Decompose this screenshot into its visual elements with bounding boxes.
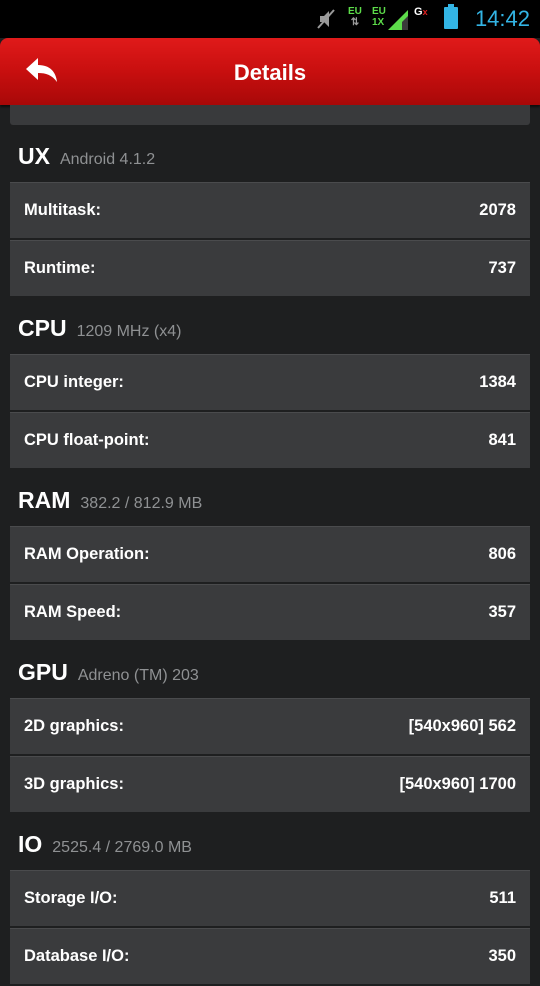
section-header: UX Android 4.1.2	[0, 126, 540, 182]
section-subtitle: 382.2 / 812.9 MB	[80, 495, 203, 512]
section-gpu: GPU Adreno (TM) 203 2D graphics: [540x960] …	[0, 642, 540, 812]
status-time: 14:42	[474, 6, 530, 31]
status-bar: EU ⇅ EU 1X Gx 14:42	[0, 0, 540, 38]
section-title: GPU	[18, 659, 68, 685]
result-row[interactable]: RAM Speed: 357	[10, 584, 530, 640]
section-title: IO	[18, 831, 43, 857]
result-value: [540x960] 1700	[399, 775, 516, 793]
signal-bars-icon	[388, 10, 408, 35]
section-cpu: CPU 1209 MHz (x4) CPU integer: 1384 CPU floa…	[0, 298, 540, 468]
result-label: Runtime:	[24, 259, 96, 277]
section-header: GPU Adreno (TM) 203	[0, 642, 540, 698]
page-title: Details	[233, 60, 307, 85]
section-title: CPU	[18, 315, 67, 341]
header-bar: Details	[0, 38, 540, 105]
details-list[interactable]: UX Android 4.1.2 Multitask: 2078 Runtime: 737…	[0, 126, 540, 986]
section-title: UX	[18, 143, 50, 169]
result-value: 357	[488, 603, 516, 621]
eu-label-2: EU	[372, 6, 386, 17]
section-subtitle: Adreno (TM) 203	[77, 667, 199, 684]
signal-eu-1x-icon: EU 1X	[372, 6, 386, 28]
section-header: CPU 1209 MHz (x4)	[0, 298, 540, 354]
result-label: RAM Operation:	[24, 545, 150, 563]
section-io: IO 2525.4 / 2769.0 MB Storage I/O: 511 Datab…	[0, 814, 540, 984]
section-subtitle: 2525.4 / 2769.0 MB	[52, 839, 192, 856]
result-row[interactable]: CPU integer: 1384	[10, 354, 530, 410]
result-value: 511	[489, 889, 516, 907]
section-header: RAM 382.2 / 812.9 MB	[0, 470, 540, 526]
data-eu-icon: EU ⇅	[348, 6, 362, 28]
result-value: 841	[488, 431, 516, 449]
result-value: 1384	[479, 373, 516, 391]
section-subtitle: 1209 MHz (x4)	[76, 323, 182, 340]
result-label: 3D graphics:	[24, 775, 124, 793]
result-value: 806	[488, 545, 516, 563]
section-ux: UX Android 4.1.2 Multitask: 2078 Runtime: 737	[0, 126, 540, 296]
scroll-top-card	[10, 105, 530, 125]
result-value: 2078	[479, 201, 516, 219]
mute-icon	[316, 8, 336, 33]
result-row[interactable]: CPU float-point: 841	[10, 412, 530, 468]
network-1x-label: 1X	[372, 17, 385, 28]
result-value: [540x960] 562	[408, 717, 516, 735]
result-row[interactable]: RAM Operation: 806	[10, 526, 530, 582]
g-icon: Gx	[414, 6, 428, 18]
result-row[interactable]: 2D graphics: [540x960] 562	[10, 698, 530, 754]
result-label: Database I/O:	[24, 947, 130, 965]
result-row[interactable]: Storage I/O: 511	[10, 870, 530, 926]
result-row[interactable]: 3D graphics: [540x960] 1700	[10, 756, 530, 812]
result-row[interactable]: Multitask: 2078	[10, 182, 530, 238]
result-label: Storage I/O:	[24, 889, 118, 907]
result-label: Multitask:	[24, 201, 102, 219]
eu-label: EU	[348, 6, 362, 17]
result-label: RAM Speed:	[24, 603, 122, 621]
section-subtitle: Android 4.1.2	[59, 151, 156, 168]
result-value: 350	[488, 947, 516, 965]
result-row[interactable]: Database I/O: 350	[10, 928, 530, 984]
section-header: IO 2525.4 / 2769.0 MB	[0, 814, 540, 870]
section-title: RAM	[18, 487, 71, 513]
section-ram: RAM 382.2 / 812.9 MB RAM Operation: 806 RAM …	[0, 470, 540, 640]
result-label: CPU integer:	[24, 373, 124, 391]
result-label: 2D graphics:	[24, 717, 124, 735]
result-label: CPU float-point:	[24, 431, 150, 449]
result-value: 737	[488, 259, 516, 277]
battery-icon	[444, 4, 458, 29]
result-row[interactable]: Runtime: 737	[10, 240, 530, 296]
